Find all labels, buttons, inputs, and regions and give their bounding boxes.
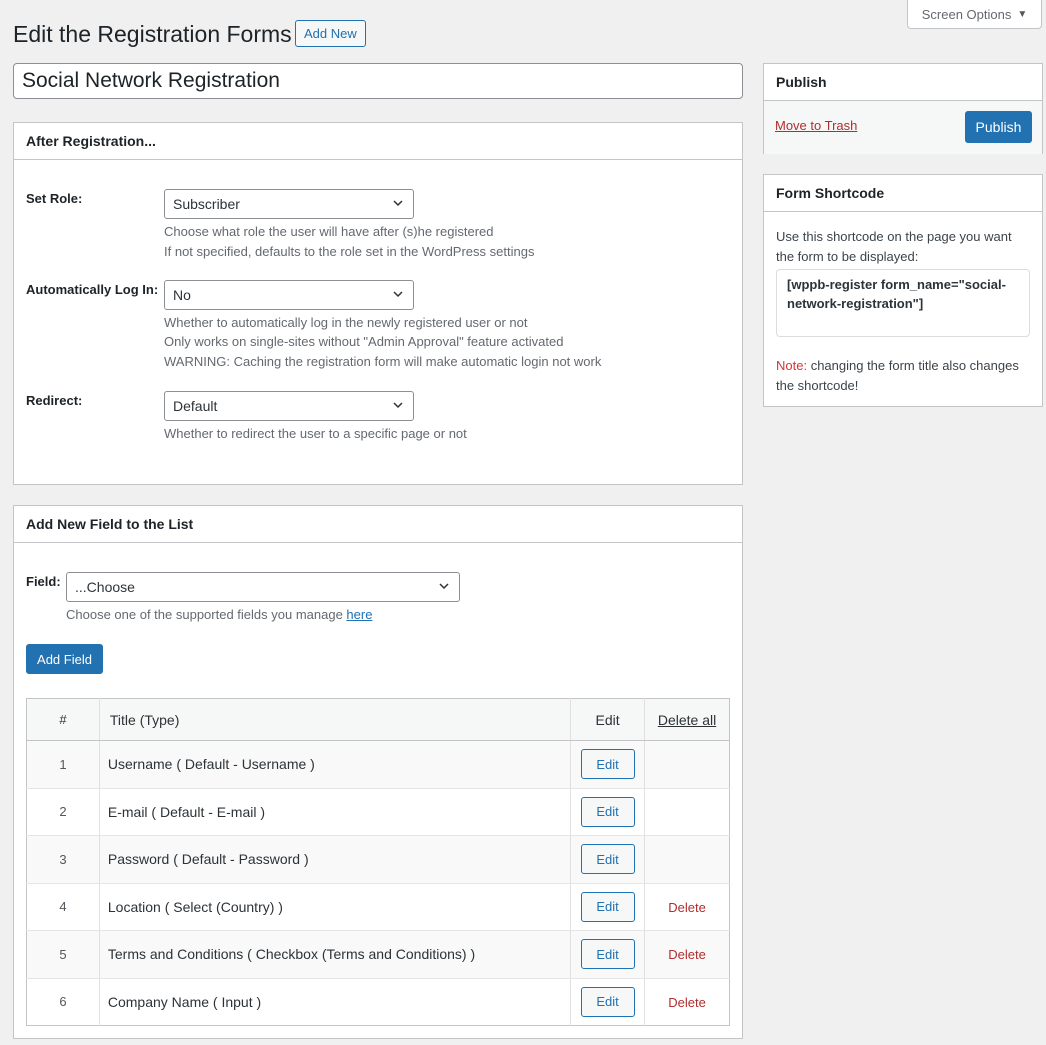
form-title-input[interactable]: Social Network Registration xyxy=(13,63,743,99)
row-title: Company Name ( Input ) xyxy=(99,978,572,1026)
form-shortcode-title: Form Shortcode xyxy=(764,175,1042,212)
edit-button[interactable]: Edit xyxy=(580,796,635,827)
screen-options-label: Screen Options xyxy=(921,6,1012,22)
add-new-button[interactable]: Add New xyxy=(295,20,366,47)
delete-link[interactable]: Delete xyxy=(668,900,706,915)
add-field-button[interactable]: Add Field xyxy=(26,644,103,674)
row-title: Location ( Select (Country) ) xyxy=(99,883,572,931)
shortcode-textarea[interactable]: [wppb-register form_name="social-network… xyxy=(776,269,1030,337)
auto-login-desc-1: Whether to automatically log in the newl… xyxy=(164,315,528,330)
table-row: 3 Password ( Default - Password ) Edit xyxy=(26,835,730,884)
row-delete-cell xyxy=(644,740,730,789)
fields-table: # Title (Type) Edit Delete all 1 Usernam… xyxy=(26,698,730,1026)
table-row: 1 Username ( Default - Username ) Edit xyxy=(26,740,730,789)
edit-button[interactable]: Edit xyxy=(580,749,635,780)
table-header-row: # Title (Type) Edit Delete all xyxy=(26,698,730,741)
auto-login-desc-3: WARNING: Caching the registration form w… xyxy=(164,354,602,369)
auto-login-select[interactable]: No xyxy=(164,280,414,310)
page-title: Edit the Registration Forms xyxy=(13,21,292,47)
redirect-label: Redirect: xyxy=(26,393,83,408)
add-field-box: Add New Field to the List Field: ...Choo… xyxy=(13,505,743,1039)
delete-link[interactable]: Delete xyxy=(668,995,706,1010)
table-row: 5 Terms and Conditions ( Checkbox (Terms… xyxy=(26,930,730,979)
auto-login-value: No xyxy=(173,287,191,303)
screen-options-toggle[interactable]: Screen Options ▼ xyxy=(907,0,1042,29)
set-role-select[interactable]: Subscriber xyxy=(164,189,414,219)
add-field-title: Add New Field to the List xyxy=(14,506,742,543)
note-label: Note: xyxy=(776,358,808,373)
row-title: Terms and Conditions ( Checkbox (Terms a… xyxy=(99,930,572,979)
shortcode-description: Use this shortcode on the page you want … xyxy=(776,229,1012,264)
publish-title: Publish xyxy=(764,64,1042,101)
field-label: Field: xyxy=(26,574,61,589)
redirect-value: Default xyxy=(173,398,218,414)
auto-login-label: Automatically Log In: xyxy=(26,282,159,297)
row-num: 3 xyxy=(26,835,100,884)
edit-button[interactable]: Edit xyxy=(580,939,635,970)
row-title: Password ( Default - Password ) xyxy=(99,835,572,884)
delete-link[interactable]: Delete xyxy=(668,947,706,962)
redirect-desc: Whether to redirect the user to a specif… xyxy=(164,426,467,441)
row-num: 5 xyxy=(26,930,100,979)
set-role-desc-1: Choose what role the user will have afte… xyxy=(164,224,494,239)
set-role-value: Subscriber xyxy=(173,196,240,212)
set-role-desc-2: If not specified, defaults to the role s… xyxy=(164,244,535,259)
form-shortcode-box: Form Shortcode Use this shortcode on the… xyxy=(763,174,1043,407)
manage-fields-link[interactable]: here xyxy=(346,607,372,622)
chevron-down-icon xyxy=(393,200,403,207)
field-desc-text: Choose one of the supported fields you m… xyxy=(66,607,347,622)
table-row: 6 Company Name ( Input ) Edit Delete xyxy=(26,978,730,1026)
row-num: 1 xyxy=(26,740,100,789)
after-registration-title: After Registration... xyxy=(14,123,742,160)
row-num: 6 xyxy=(26,978,100,1026)
table-row: 4 Location ( Select (Country) ) Edit Del… xyxy=(26,883,730,931)
row-title: Username ( Default - Username ) xyxy=(99,740,572,789)
header-title: Title (Type) xyxy=(99,698,572,741)
header-edit: Edit xyxy=(570,698,646,741)
chevron-down-icon xyxy=(439,583,449,590)
note-text: changing the form title also changes the… xyxy=(776,358,1019,393)
after-registration-box: After Registration... Set Role: Subscrib… xyxy=(13,122,743,485)
delete-all-link[interactable]: Delete all xyxy=(658,712,716,728)
caret-down-icon: ▼ xyxy=(1017,8,1028,20)
header-delete-all: Delete all xyxy=(644,698,730,741)
field-type-value: ...Choose xyxy=(75,579,135,595)
table-row: 2 E-mail ( Default - E-mail ) Edit xyxy=(26,788,730,836)
publish-button[interactable]: Publish xyxy=(965,111,1032,143)
row-title: E-mail ( Default - E-mail ) xyxy=(99,788,572,836)
header-num: # xyxy=(26,698,100,741)
row-num: 4 xyxy=(26,883,100,931)
edit-button[interactable]: Edit xyxy=(580,891,635,922)
row-delete-cell xyxy=(644,835,730,884)
redirect-select[interactable]: Default xyxy=(164,391,414,421)
move-to-trash-link[interactable]: Move to Trash xyxy=(775,118,857,133)
chevron-down-icon xyxy=(393,402,403,409)
chevron-down-icon xyxy=(393,291,403,298)
field-description: Choose one of the supported fields you m… xyxy=(66,605,372,625)
row-num: 2 xyxy=(26,788,100,836)
edit-button[interactable]: Edit xyxy=(580,986,635,1017)
edit-button[interactable]: Edit xyxy=(580,844,635,875)
row-delete-cell xyxy=(644,788,730,836)
shortcode-note: Note: changing the form title also chang… xyxy=(776,356,1032,395)
auto-login-desc-2: Only works on single-sites without "Admi… xyxy=(164,334,564,349)
publish-box: Publish Move to Trash Publish xyxy=(763,63,1043,154)
set-role-label: Set Role: xyxy=(26,191,83,206)
field-type-select[interactable]: ...Choose xyxy=(66,572,460,602)
